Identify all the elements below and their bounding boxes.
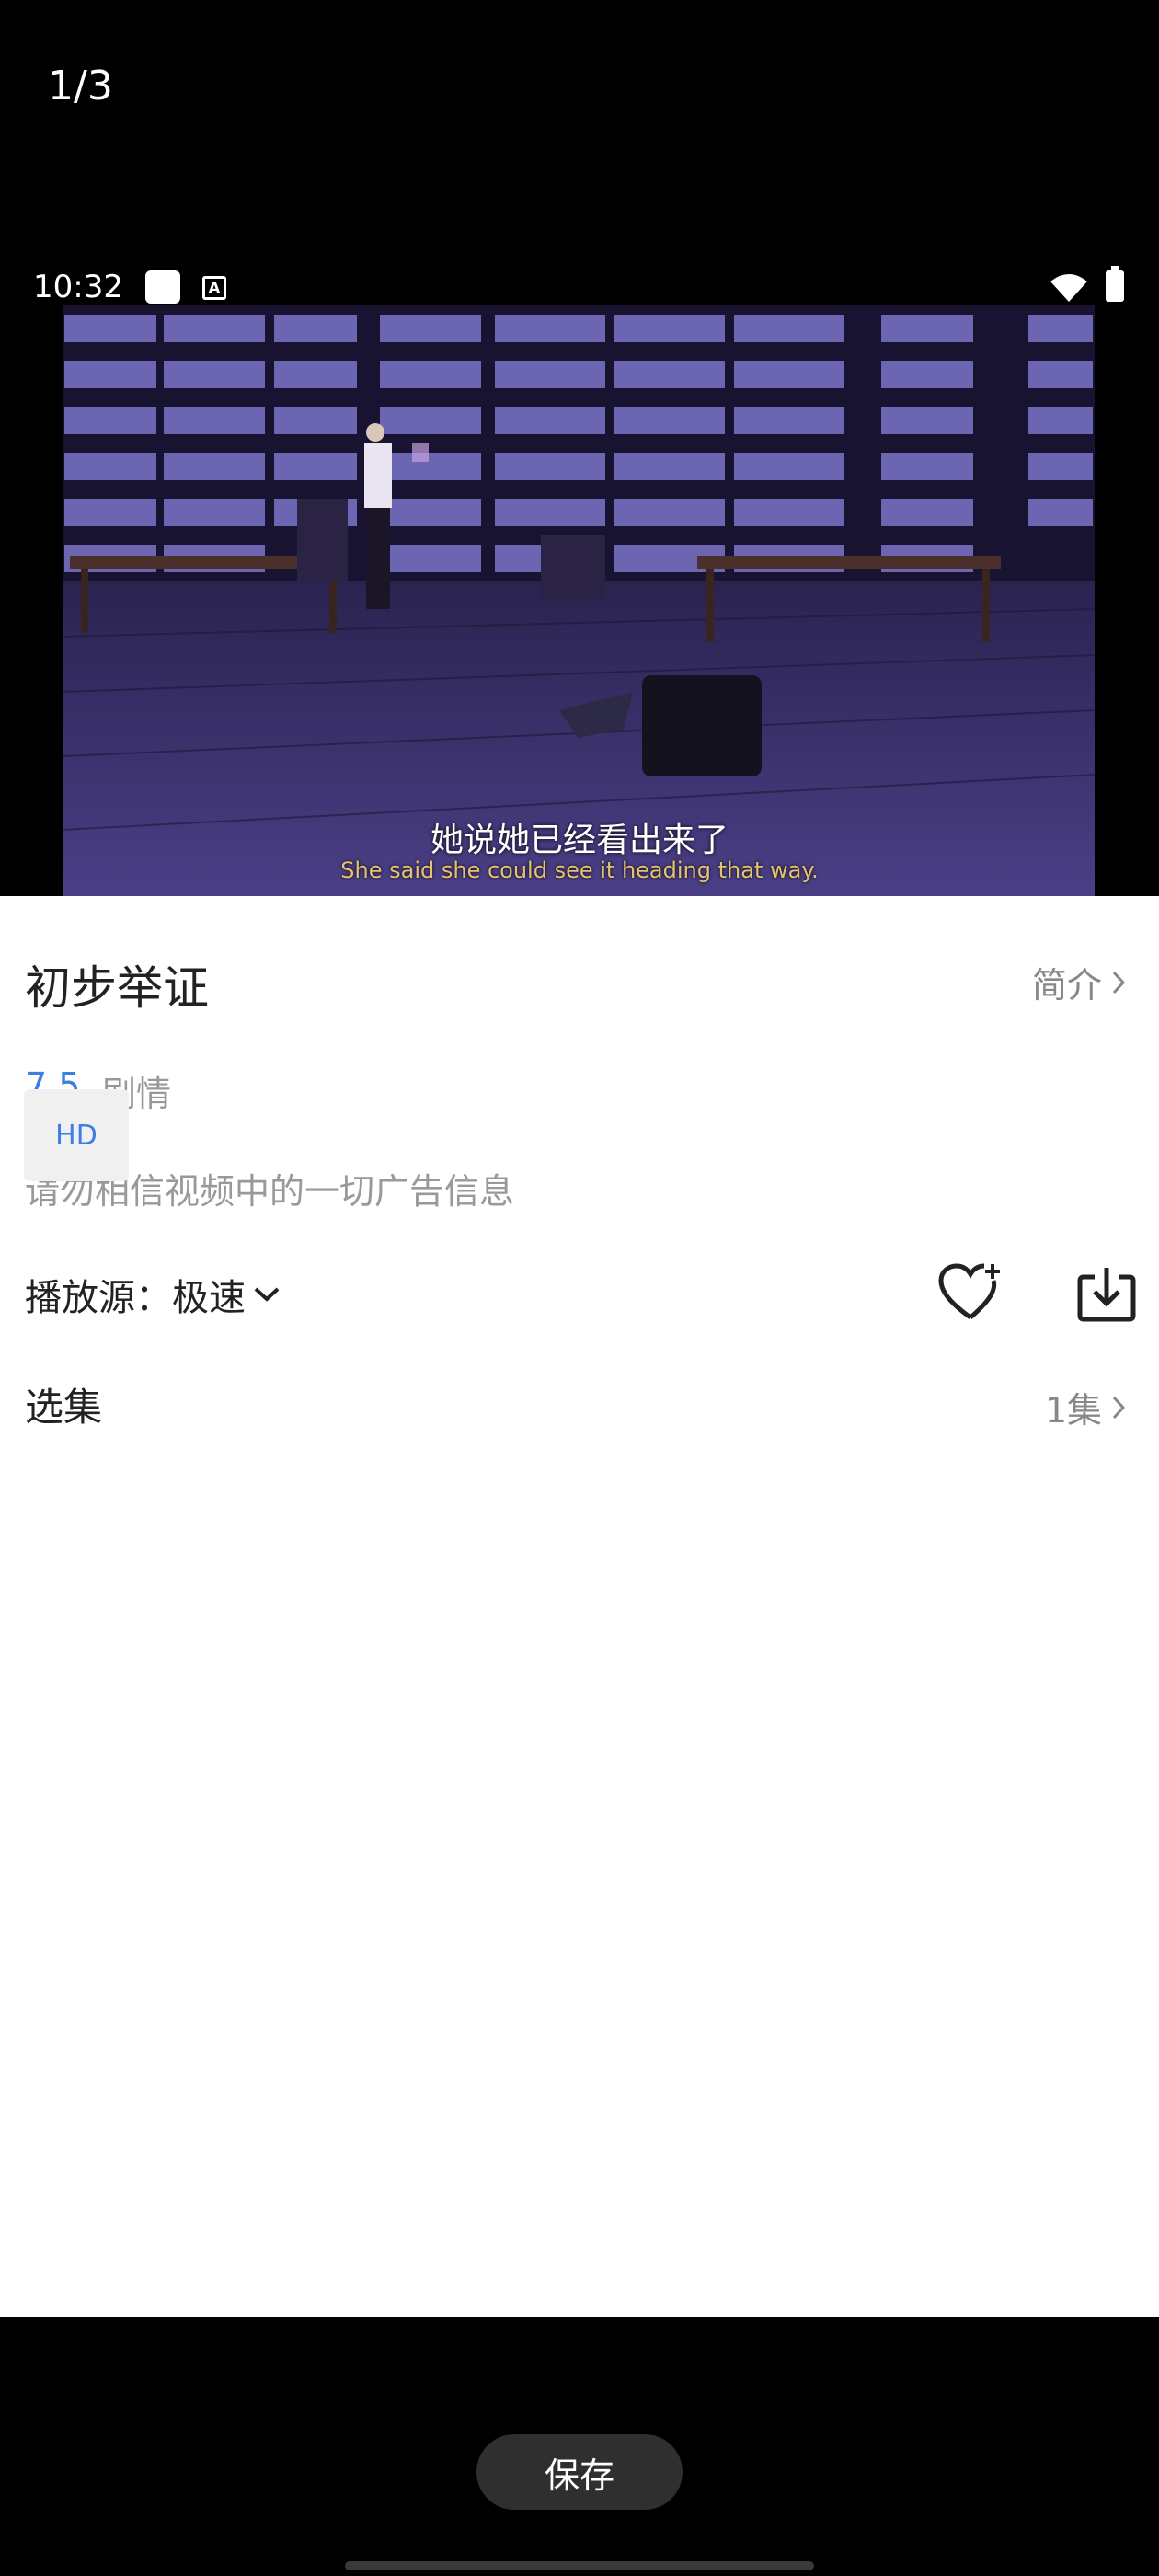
movie-title: 初步举证 — [25, 961, 209, 1015]
square-icon — [145, 270, 180, 304]
episodes-count-link[interactable]: 1集 — [1045, 1382, 1126, 1432]
chevron-right-icon — [1112, 971, 1126, 994]
battery-charging-icon — [1106, 266, 1124, 302]
intro-label: 简介 — [1031, 965, 1102, 1006]
chevron-down-icon — [254, 1287, 280, 1302]
episodes-label: 选集 — [25, 1385, 103, 1430]
save-button[interactable]: 保存 — [476, 2434, 683, 2510]
status-bar-time: 10:32 — [33, 269, 123, 305]
download-icon[interactable] — [1076, 1264, 1137, 1323]
home-indicator — [345, 2561, 814, 2570]
source-selector[interactable]: 播放源：极速 — [25, 1268, 282, 1321]
a-icon: A — [202, 276, 226, 300]
subtitle-chinese: 她说她已经看出来了 — [430, 822, 729, 859]
subtitle-english: She said she could see it heading that w… — [340, 857, 819, 883]
video-frame — [63, 305, 1095, 896]
wifi-icon — [1050, 274, 1087, 302]
episode-count: 1集 — [1044, 1390, 1102, 1431]
page-counter: 1/3 — [48, 63, 113, 109]
source-label: 播放源：极速 — [25, 1277, 246, 1319]
video-player[interactable]: 10:32 A 她说她已经看出来了 She said she could see… — [0, 252, 1159, 896]
chevron-right-icon — [1112, 1396, 1126, 1419]
intro-link[interactable]: 简介 — [1032, 957, 1126, 1007]
episode-chip[interactable]: HD — [24, 1089, 129, 1181]
app-screenshot: 10:32 A 她说她已经看出来了 She said she could see… — [0, 252, 1159, 2317]
favorite-add-icon[interactable] — [938, 1262, 1003, 1323]
